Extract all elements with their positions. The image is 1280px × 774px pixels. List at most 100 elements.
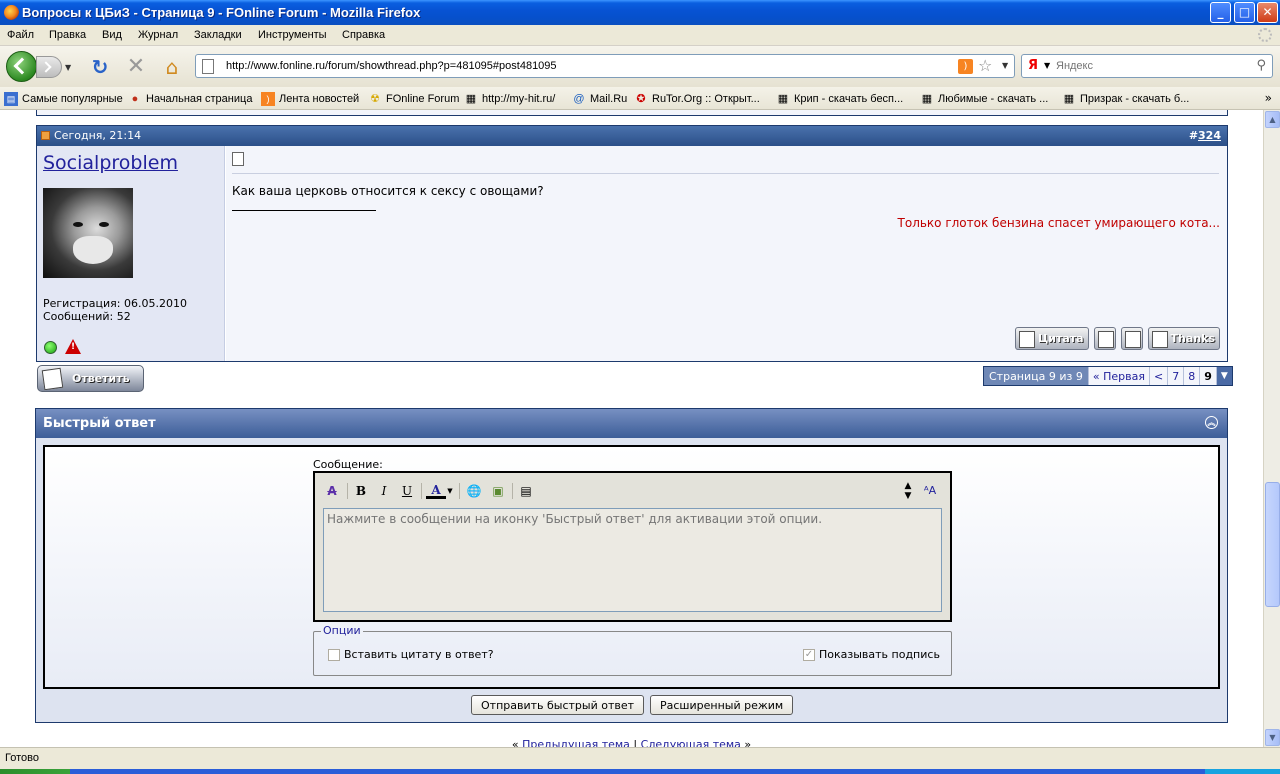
page-link-7[interactable]: 7 xyxy=(1167,367,1184,385)
maximize-button[interactable]: □ xyxy=(1234,2,1255,23)
scroll-thumb[interactable] xyxy=(1265,482,1280,607)
bookmark-item[interactable]: ▦ Любимые - скачать ... xyxy=(920,92,1049,106)
bookmark-label: Mail.Ru xyxy=(590,93,628,105)
taskbar-strip xyxy=(0,769,1280,774)
post-divider xyxy=(232,173,1219,174)
menu-file[interactable]: Файл xyxy=(7,29,34,41)
insert-quote-option[interactable]: Вставить цитату в ответ? xyxy=(328,648,494,661)
thanks-button[interactable]: Thanks xyxy=(1147,327,1220,350)
minimize-button[interactable]: _ xyxy=(1210,2,1231,23)
vertical-scrollbar[interactable]: ▲ ▼ xyxy=(1263,110,1280,747)
submit-quick-reply-button[interactable]: Отправить быстрый ответ xyxy=(471,695,645,715)
quick-reply-form: Сообщение: A B I U A ▼ 🌐 ▣ ▤ ▲ ▼ ᴬA Нажм… xyxy=(43,445,1220,689)
url-bar[interactable]: ) ☆ ▼ xyxy=(195,54,1015,78)
registration-date: Регистрация: 06.05.2010 xyxy=(43,297,187,310)
bookmark-item[interactable]: @ Mail.Ru xyxy=(572,92,627,106)
title-bar: Вопросы к ЦБиЗ - Страница 9 - FOnline Fo… xyxy=(0,0,1280,25)
close-button[interactable]: ✕ xyxy=(1257,2,1278,23)
show-signature-option[interactable]: ✓ Показывать подпись xyxy=(803,648,940,661)
bookmark-item[interactable]: ● Начальная страница xyxy=(128,92,253,106)
show-signature-checkbox[interactable]: ✓ xyxy=(803,648,815,661)
text-color-icon[interactable]: A xyxy=(426,481,446,499)
avatar-mask xyxy=(73,236,113,264)
multi-quote-button[interactable] xyxy=(1093,327,1116,350)
pagination: Страница 9 из 9 « Первая < 7 8 9 ▼ xyxy=(983,366,1233,386)
menu-tools[interactable]: Инструменты xyxy=(258,29,327,41)
remove-format-icon[interactable]: A xyxy=(322,481,342,501)
italic-button[interactable]: I xyxy=(374,481,394,501)
next-thread-link[interactable]: Следующая тема xyxy=(641,738,741,747)
back-button[interactable] xyxy=(6,51,37,82)
scroll-up-icon[interactable]: ▲ xyxy=(1265,111,1280,128)
quick-reply-title: Быстрый ответ xyxy=(43,416,156,431)
page-info: Страница 9 из 9 xyxy=(984,367,1088,385)
home-icon[interactable]: ⌂ xyxy=(160,55,184,79)
show-signature-label: Показывать подпись xyxy=(819,648,940,661)
message-textarea[interactable] xyxy=(323,508,942,612)
post-status-icon xyxy=(41,131,50,140)
bookmark-star-icon[interactable]: ☆ xyxy=(978,56,992,75)
status-bar: Готово xyxy=(0,747,1280,769)
bookmark-item[interactable]: ▦ http://my-hit.ru/ xyxy=(464,92,556,106)
bookmark-item[interactable]: ▦ Призрак - скачать б... xyxy=(1062,92,1190,106)
forward-button[interactable] xyxy=(36,56,62,78)
page-dropdown-icon[interactable]: ▼ xyxy=(1215,367,1232,385)
post-message: Как ваша церковь относится к сексу с ово… xyxy=(232,184,544,198)
url-dropdown-icon[interactable]: ▼ xyxy=(1002,61,1008,70)
rss-icon[interactable]: ) xyxy=(958,59,973,74)
post-body: Как ваша церковь относится к сексу с ово… xyxy=(226,146,1227,361)
prev-page-link[interactable]: < xyxy=(1148,367,1168,385)
underline-button[interactable]: U xyxy=(397,481,417,501)
search-icon[interactable]: ⚲ xyxy=(1256,58,1266,73)
post-number-link[interactable]: 324 xyxy=(1198,129,1221,142)
post-user-panel: Socialproblem Регистрация: 06.05.2010 Со… xyxy=(37,146,225,361)
bookmark-item[interactable]: ☢ FOnline Forum xyxy=(368,92,459,106)
post-date-text: Сегодня, 21:14 xyxy=(54,129,142,142)
menu-help[interactable]: Справка xyxy=(342,29,385,41)
collapse-icon[interactable]: ︽ xyxy=(1205,416,1218,429)
search-input[interactable] xyxy=(1056,57,1246,75)
bookmark-label: Лента новостей xyxy=(279,93,360,105)
first-page-link[interactable]: « Первая xyxy=(1087,367,1149,385)
insert-quote-checkbox[interactable] xyxy=(328,648,340,661)
thread-navigation: « Предыдущая тема | Следующая тема » xyxy=(0,738,1263,747)
page-icon xyxy=(202,59,214,74)
scroll-down-icon[interactable]: ▼ xyxy=(1265,729,1280,746)
report-post-icon[interactable] xyxy=(65,339,81,354)
text-color-dropdown-icon[interactable]: ▼ xyxy=(445,481,455,501)
page-link-8[interactable]: 8 xyxy=(1183,367,1200,385)
history-dropdown-icon[interactable]: ▼ xyxy=(65,63,71,72)
search-bar[interactable]: Я ▼ ⚲ xyxy=(1021,54,1273,78)
bookmark-item[interactable]: ✪ RuTor.Org :: Открыт... xyxy=(634,92,759,106)
menu-edit[interactable]: Правка xyxy=(49,29,86,41)
bookmark-item[interactable]: ▤ Самые популярные xyxy=(4,92,123,106)
insert-image-icon[interactable]: ▣ xyxy=(488,481,508,501)
bookmark-label: http://my-hit.ru/ xyxy=(482,93,556,105)
switch-editor-mode-icon[interactable]: ᴬA xyxy=(920,481,940,501)
bookmark-item[interactable]: ▦ Крип - скачать бесп... xyxy=(776,92,903,106)
bold-button[interactable]: B xyxy=(351,481,371,501)
url-input[interactable] xyxy=(226,57,926,75)
stop-icon[interactable]: ✕ xyxy=(124,55,148,79)
menu-view[interactable]: Вид xyxy=(102,29,122,41)
username-link[interactable]: Socialproblem xyxy=(43,152,178,174)
search-engine-dropdown-icon[interactable]: ▼ xyxy=(1044,61,1050,70)
advanced-mode-button[interactable]: Расширенный режим xyxy=(650,695,794,715)
bookmark-item[interactable]: ) Лента новостей xyxy=(261,92,359,106)
status-text: Готово xyxy=(5,752,39,764)
previous-thread-link[interactable]: Предыдущая тема xyxy=(522,738,630,747)
reload-icon[interactable]: ↻ xyxy=(88,55,112,79)
rutor-icon: ✪ xyxy=(636,93,646,105)
menu-history[interactable]: Журнал xyxy=(138,29,178,41)
radiation-icon: ☢ xyxy=(370,93,380,105)
reply-button[interactable]: Ответить xyxy=(37,365,144,392)
menu-bar: Файл Правка Вид Журнал Закладки Инструме… xyxy=(0,25,1280,46)
yandex-icon[interactable]: Я xyxy=(1028,58,1038,73)
bookmarks-overflow-button[interactable]: » xyxy=(1265,91,1272,105)
quote-button[interactable]: Цитата xyxy=(1015,327,1089,350)
quick-reply-post-button[interactable] xyxy=(1120,327,1143,350)
resize-editor-icon[interactable]: ▲ ▼ xyxy=(898,481,918,501)
menu-bookmarks[interactable]: Закладки xyxy=(194,29,242,41)
insert-quote-icon[interactable]: ▤ xyxy=(516,481,536,501)
insert-link-icon[interactable]: 🌐 xyxy=(464,481,484,501)
